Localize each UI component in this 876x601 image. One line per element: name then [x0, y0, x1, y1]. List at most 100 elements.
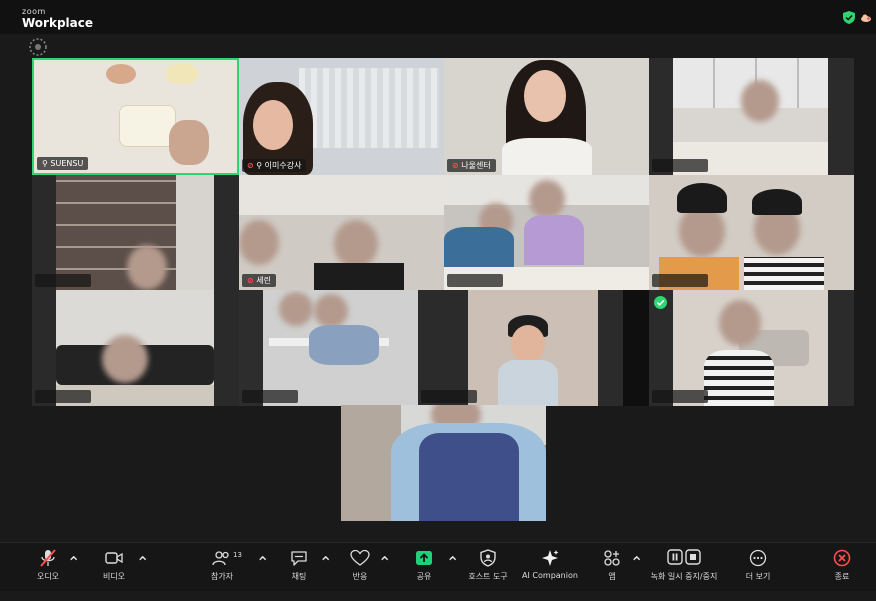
host-shield-icon: [480, 549, 496, 567]
video-tile-center[interactable]: ⊘ 나울센터: [444, 58, 649, 175]
craft-material-shape: [106, 64, 136, 84]
heart-icon: [350, 549, 370, 566]
participants-options-chevron-icon[interactable]: ⌃: [256, 553, 269, 601]
meeting-toolbar: 오디오 ⌃ 비디오 ⌃ 참가자 13 ⌃ 채팅 ⌃ 반응 ⌃ 공유 ⌃ 호스트 …: [0, 542, 876, 591]
apps-icon: [604, 550, 620, 566]
host-tools-button[interactable]: 호스트 도구: [462, 543, 514, 591]
self-view-video[interactable]: [341, 405, 546, 521]
video-options-chevron-icon[interactable]: ⌃: [136, 553, 149, 601]
more-button[interactable]: 더 보기: [738, 543, 778, 591]
pause-stop-icon: [667, 549, 701, 565]
connection-spinner-icon: [29, 38, 47, 56]
video-tile-12[interactable]: [649, 290, 854, 406]
participant-label: [652, 390, 708, 403]
cup-shape: [166, 64, 198, 84]
apron-shape: [419, 433, 519, 521]
person-hair-shape: [677, 183, 727, 213]
participants-label: 참가자: [210, 572, 234, 581]
ai-companion-label: AI Companion: [522, 571, 578, 580]
blurred-face: [314, 294, 348, 328]
more-dots-icon: [749, 549, 767, 567]
video-tile-7[interactable]: [444, 175, 649, 290]
wall-shape: [239, 175, 444, 215]
participant-label: [652, 159, 708, 172]
share-screen-icon: [416, 551, 432, 565]
video-button[interactable]: 비디오: [94, 543, 134, 591]
person-shirt-shape: [498, 360, 558, 406]
blurred-face: [334, 220, 378, 268]
participant-name: 이미수강사: [264, 161, 302, 170]
chat-label: 채팅: [291, 572, 307, 581]
video-camera-icon: [105, 552, 123, 564]
more-label: 더 보기: [745, 572, 771, 581]
video-tile-10[interactable]: [239, 290, 418, 406]
video-tile-instructor[interactable]: ⊘ ⚲ 이미수강사: [239, 58, 444, 175]
reactions-options-chevron-icon[interactable]: ⌃: [378, 553, 391, 601]
blurred-face: [529, 180, 565, 218]
chat-bubble-icon: [291, 551, 307, 566]
title-bar: zoom Workplace: [0, 0, 876, 34]
participants-count: 13: [233, 551, 242, 559]
share-options-chevron-icon[interactable]: ⌃: [446, 553, 459, 601]
person-shirt-shape: [704, 350, 774, 406]
audio-options-chevron-icon[interactable]: ⌃: [67, 553, 80, 601]
blurred-face: [741, 80, 779, 122]
end-meeting-button[interactable]: 종료: [826, 543, 858, 591]
video-label: 비디오: [102, 572, 126, 581]
participant-label: [421, 390, 477, 403]
wall-shape: [176, 175, 214, 290]
video-tile-9[interactable]: [32, 290, 239, 406]
brand-small: zoom: [22, 7, 46, 16]
window-shape: [299, 68, 439, 148]
verified-check-icon: [654, 296, 667, 309]
microphone-muted-icon: [40, 549, 56, 567]
audio-button[interactable]: 오디오: [28, 543, 68, 591]
video-tile-suensu[interactable]: ⚲ SUENSU: [32, 58, 239, 175]
record-pause-stop-button[interactable]: 녹화 일시 중지/중지: [643, 543, 725, 591]
chat-options-chevron-icon[interactable]: ⌃: [319, 553, 332, 601]
person-shirt-shape: [309, 325, 379, 365]
video-tile-11[interactable]: [418, 290, 623, 406]
participants-icon: [212, 551, 229, 566]
blurred-face: [127, 245, 167, 290]
zoom-logo: zoom Workplace: [22, 7, 94, 30]
share-button[interactable]: 공유: [406, 543, 442, 591]
person-shirt-shape: [744, 257, 824, 290]
ai-companion-button[interactable]: AI Companion: [518, 543, 582, 591]
video-tile-8[interactable]: [649, 175, 854, 290]
end-close-icon: [833, 549, 851, 567]
person-shirt-shape: [444, 227, 514, 267]
participant-label: [652, 274, 708, 287]
chat-button[interactable]: 채팅: [281, 543, 317, 591]
participant-label: ⊘ 세린: [242, 274, 276, 287]
person-hair-shape: [752, 189, 802, 215]
video-tile-5[interactable]: [32, 175, 239, 290]
person-shirt-shape: [502, 138, 592, 175]
blurred-face: [279, 292, 313, 326]
cloud-recording-icon[interactable]: [861, 14, 871, 22]
reactions-label: 반응: [352, 572, 368, 581]
apps-button[interactable]: 앱: [596, 543, 628, 591]
security-shield-icon[interactable]: [843, 11, 855, 24]
participant-label: ⊘ 나울센터: [447, 159, 496, 172]
video-tile-4[interactable]: [649, 58, 854, 175]
person-face-shape: [524, 70, 566, 122]
container-shape: [119, 105, 176, 147]
blurred-face: [239, 220, 279, 265]
participant-name: 나울센터: [461, 161, 491, 170]
share-label: 공유: [416, 572, 432, 581]
participant-name: SUENSU: [50, 159, 84, 168]
brand-big: Workplace: [22, 16, 94, 30]
host-tools-label: 호스트 도구: [468, 572, 508, 581]
participant-label: [35, 274, 91, 287]
record-label: 녹화 일시 중지/중지: [650, 572, 718, 581]
sparkle-icon: [542, 550, 559, 566]
person-shirt-shape: [524, 215, 584, 265]
reactions-button[interactable]: 반응: [342, 543, 378, 591]
video-tile-serin[interactable]: ⊘ 세린: [239, 175, 444, 290]
participant-label: [35, 390, 91, 403]
participant-label: [242, 390, 298, 403]
participant-label: ⚲ SUENSU: [37, 157, 89, 170]
person-face-shape: [511, 325, 545, 363]
apps-options-chevron-icon[interactable]: ⌃: [630, 553, 643, 601]
